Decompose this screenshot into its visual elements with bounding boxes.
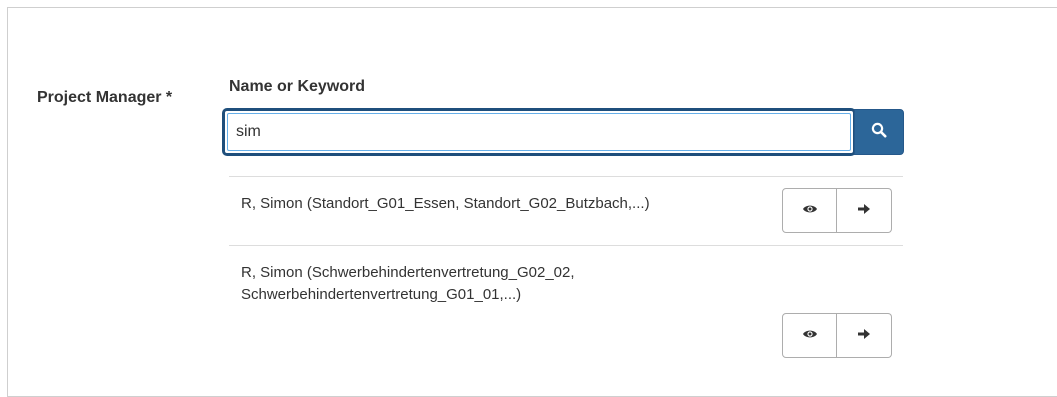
select-button[interactable]: [837, 188, 892, 233]
select-button[interactable]: [837, 313, 892, 358]
arrow-right-icon: [857, 327, 871, 345]
eye-icon: [802, 327, 818, 345]
search-input[interactable]: [227, 113, 851, 151]
result-item: R, Simon (Standort_G01_Essen, Standort_G…: [229, 176, 903, 246]
search-group: [222, 108, 904, 156]
search-icon: [871, 122, 887, 143]
search-button[interactable]: [854, 109, 904, 155]
view-button[interactable]: [782, 188, 837, 233]
result-actions: [782, 188, 892, 233]
arrow-right-icon: [857, 202, 871, 220]
search-input-focus-ring: [222, 108, 856, 156]
result-actions: [782, 313, 892, 358]
name-or-keyword-label: Name or Keyword: [229, 78, 366, 95]
result-text: R, Simon (Schwerbehindertenvertretung_G0…: [241, 264, 575, 303]
project-manager-label: Project Manager *: [37, 89, 173, 106]
result-text: R, Simon (Standort_G01_Essen, Standort_G…: [241, 195, 650, 212]
view-button[interactable]: [782, 313, 837, 358]
result-item: R, Simon (Schwerbehindertenvertretung_G0…: [229, 245, 903, 365]
eye-icon: [802, 202, 818, 220]
